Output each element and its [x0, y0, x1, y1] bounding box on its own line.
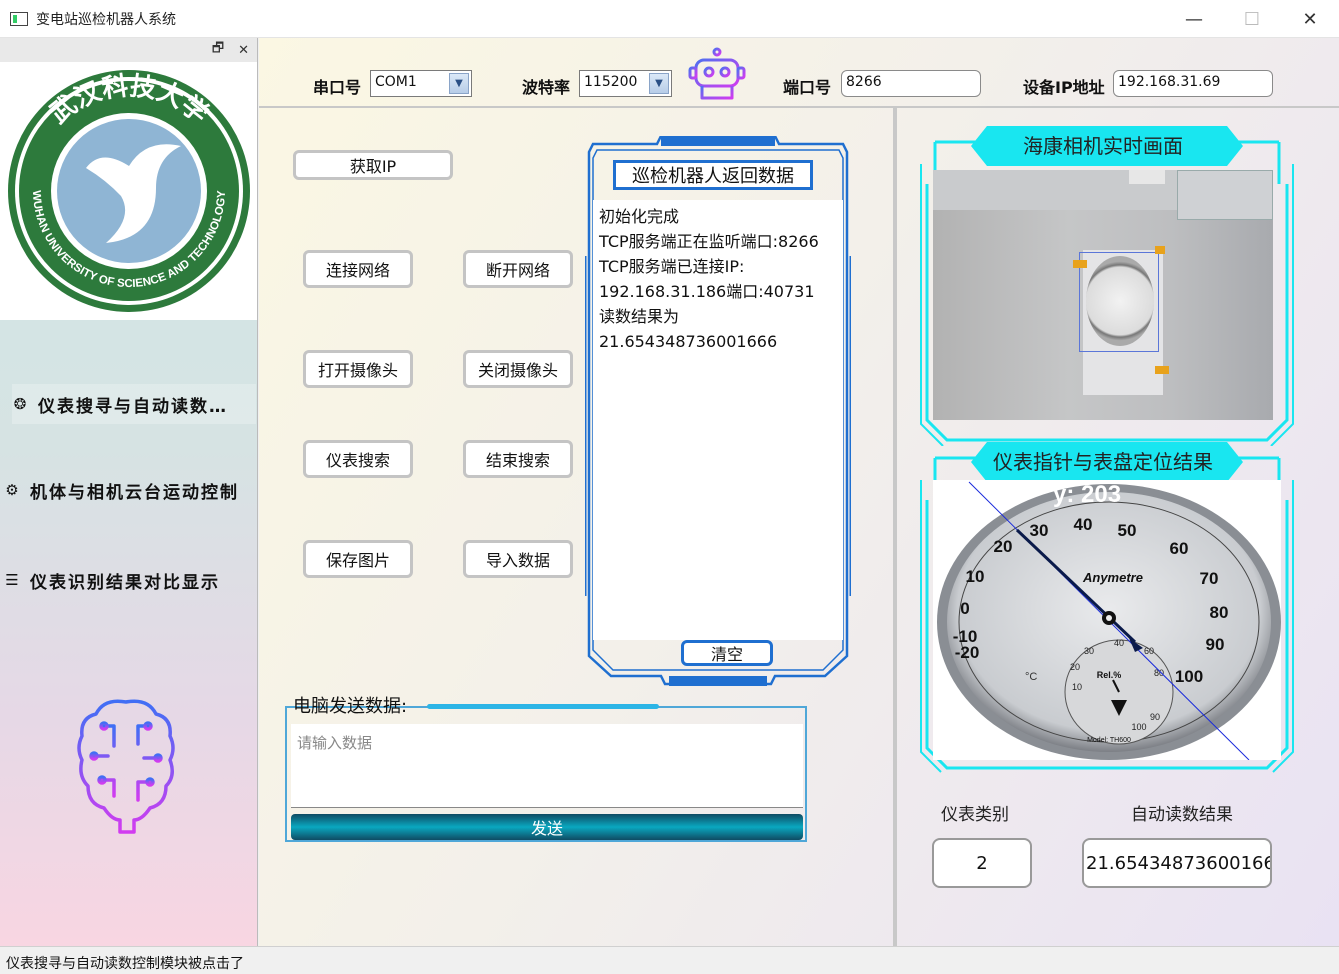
svg-text:80: 80	[1154, 668, 1164, 678]
sidebar-item-label: 机体与相机云台运动控制	[30, 482, 239, 503]
status-bar: 仪表搜寻与自动读数控制模块被点击了	[0, 946, 1339, 974]
import-data-button[interactable]: 导入数据	[463, 540, 573, 578]
dial-panel-title: 仪表指针与表盘定位结果	[993, 450, 1213, 474]
gears-icon: ⚙	[5, 481, 21, 499]
return-data-log: 初始化完成 TCP服务端正在监听端口:8266 TCP服务端已连接IP: 192…	[593, 200, 843, 640]
close-button[interactable]: ✕	[1281, 0, 1339, 38]
port-input[interactable]: 8266	[841, 70, 981, 97]
window-titlebar: 变电站巡检机器人系统 — ☐ ✕	[0, 0, 1339, 38]
svg-text:90: 90	[1150, 712, 1160, 722]
svg-text:40: 40	[1074, 515, 1093, 534]
dial-detection-view: -20 -10 0 10 20 30 40 50 60 70 80 90 100…	[933, 480, 1281, 760]
svg-text:60: 60	[1144, 646, 1154, 656]
svg-text:70: 70	[1200, 569, 1219, 588]
svg-text:30: 30	[1030, 521, 1049, 540]
dock-close-icon[interactable]: ✕	[238, 43, 249, 58]
chevron-down-icon[interactable]: ▼	[449, 73, 469, 94]
svg-text:10: 10	[966, 567, 985, 586]
svg-text:Rel.%: Rel.%	[1097, 670, 1122, 680]
baud-rate-select[interactable]: 115200 ▼	[579, 70, 672, 97]
dial-detection-image: -20 -10 0 10 20 30 40 50 60 70 80 90 100…	[937, 481, 1281, 760]
log-line: 21.654348736001666	[599, 332, 778, 351]
return-data-title: 巡检机器人返回数据	[613, 160, 813, 190]
svg-text:20: 20	[1070, 662, 1080, 672]
sidebar-item-label: 仪表识别结果对比显示	[30, 572, 220, 593]
device-ip-label: 设备IP地址	[1023, 78, 1105, 97]
get-ip-button[interactable]: 获取IP	[293, 150, 453, 180]
window-title: 变电站巡检机器人系统	[36, 11, 176, 28]
auto-reading-value[interactable]: 21.654348736001666	[1082, 838, 1272, 888]
svg-text:50: 50	[1118, 521, 1137, 540]
dock-restore-icon[interactable]: 🗗	[212, 39, 224, 61]
dock-titlebar: 🗗 ✕	[0, 38, 257, 62]
open-camera-button[interactable]: 打开摄像头	[303, 350, 413, 388]
log-line: TCP服务端正在监听端口:8266	[599, 232, 819, 251]
maximize-button[interactable]: ☐	[1223, 0, 1281, 38]
sidebar-item-result-compare[interactable]: ☰ 仪表识别结果对比显示	[4, 560, 254, 600]
serial-port-select[interactable]: COM1 ▼	[370, 70, 472, 97]
camera-panel-title: 海康相机实时画面	[1023, 134, 1183, 158]
svg-text:-10: -10	[953, 627, 978, 646]
university-logo: 武汉科技大学 WUHAN UNIVERSITY OF SCIENCE AND T…	[0, 62, 257, 320]
serial-port-value: COM1	[375, 74, 417, 90]
main-panel: 串口号 COM1 ▼ 波特率 115200 ▼ 端口号 8266 设备IP地址 …	[259, 38, 1339, 946]
port-label: 端口号	[783, 78, 832, 97]
stop-search-button[interactable]: 结束搜索	[463, 440, 573, 478]
svg-text:°C: °C	[1025, 671, 1037, 683]
brain-circuit-icon	[77, 699, 175, 834]
sidebar-item-motion-control[interactable]: ⚙ 机体与相机云台运动控制	[4, 470, 254, 510]
sidebar-item-label: 仪表搜寻与自动读数…	[38, 396, 228, 417]
camera-live-view	[933, 170, 1273, 420]
sidebar: 🗗 ✕ 武汉科技大学 WUHAN UNIVERSITY OF SCIENCE A…	[0, 38, 258, 946]
meter-type-label: 仪表类别	[941, 805, 1009, 825]
connection-toolbar: 串口号 COM1 ▼ 波特率 115200 ▼ 端口号 8266 设备IP地址 …	[259, 38, 1339, 108]
svg-text:60: 60	[1170, 539, 1189, 558]
baud-rate-label: 波特率	[522, 78, 571, 97]
svg-text:Model: TH600: Model: TH600	[1087, 737, 1131, 744]
send-data-input[interactable]: 请输入数据	[291, 724, 803, 808]
robot-icon	[688, 47, 746, 100]
sidebar-item-meter-search[interactable]: ❂ 仪表搜寻与自动读数…	[12, 384, 256, 424]
svg-text:0: 0	[960, 599, 969, 618]
svg-text:30: 30	[1084, 646, 1094, 656]
chevron-down-icon[interactable]: ▼	[649, 73, 669, 94]
svg-text:100: 100	[1131, 722, 1146, 732]
clear-button[interactable]: 清空	[681, 640, 773, 666]
disconnect-network-button[interactable]: 断开网络	[463, 250, 573, 288]
send-data-label: 电脑发送数据:	[293, 696, 408, 717]
serial-port-label: 串口号	[313, 78, 362, 97]
svg-text:100: 100	[1175, 667, 1203, 686]
svg-text:10: 10	[1072, 682, 1082, 692]
svg-text:90: 90	[1206, 635, 1225, 654]
send-accent-line	[427, 704, 659, 709]
minimize-button[interactable]: —	[1165, 0, 1223, 38]
baud-rate-value: 115200	[584, 74, 638, 90]
svg-text:80: 80	[1210, 603, 1229, 622]
log-line: 192.168.31.186端口:40731	[599, 282, 815, 301]
close-camera-button[interactable]: 关闭摄像头	[463, 350, 573, 388]
app-icon	[10, 11, 28, 26]
log-line: 读数结果为	[599, 307, 680, 326]
log-line: TCP服务端已连接IP:	[599, 257, 745, 276]
meter-type-value[interactable]: 2	[932, 838, 1032, 888]
panel-divider[interactable]	[893, 108, 897, 946]
list-icon: ☰	[5, 571, 21, 589]
send-button[interactable]: 发送	[291, 814, 803, 840]
brain-chip-icon: ❂	[13, 395, 29, 413]
svg-text:40: 40	[1114, 638, 1124, 648]
log-line: 初始化完成	[599, 207, 680, 226]
svg-text:Anymetre: Anymetre	[1082, 570, 1143, 585]
university-logo-emblem: 武汉科技大学 WUHAN UNIVERSITY OF SCIENCE AND T…	[7, 70, 250, 312]
save-image-button[interactable]: 保存图片	[303, 540, 413, 578]
search-meter-button[interactable]: 仪表搜索	[303, 440, 413, 478]
svg-text:y: 203: y: 203	[1053, 481, 1121, 508]
device-ip-input[interactable]: 192.168.31.69	[1113, 70, 1273, 97]
auto-reading-label: 自动读数结果	[1131, 805, 1233, 825]
svg-text:20: 20	[994, 537, 1013, 556]
connect-network-button[interactable]: 连接网络	[303, 250, 413, 288]
